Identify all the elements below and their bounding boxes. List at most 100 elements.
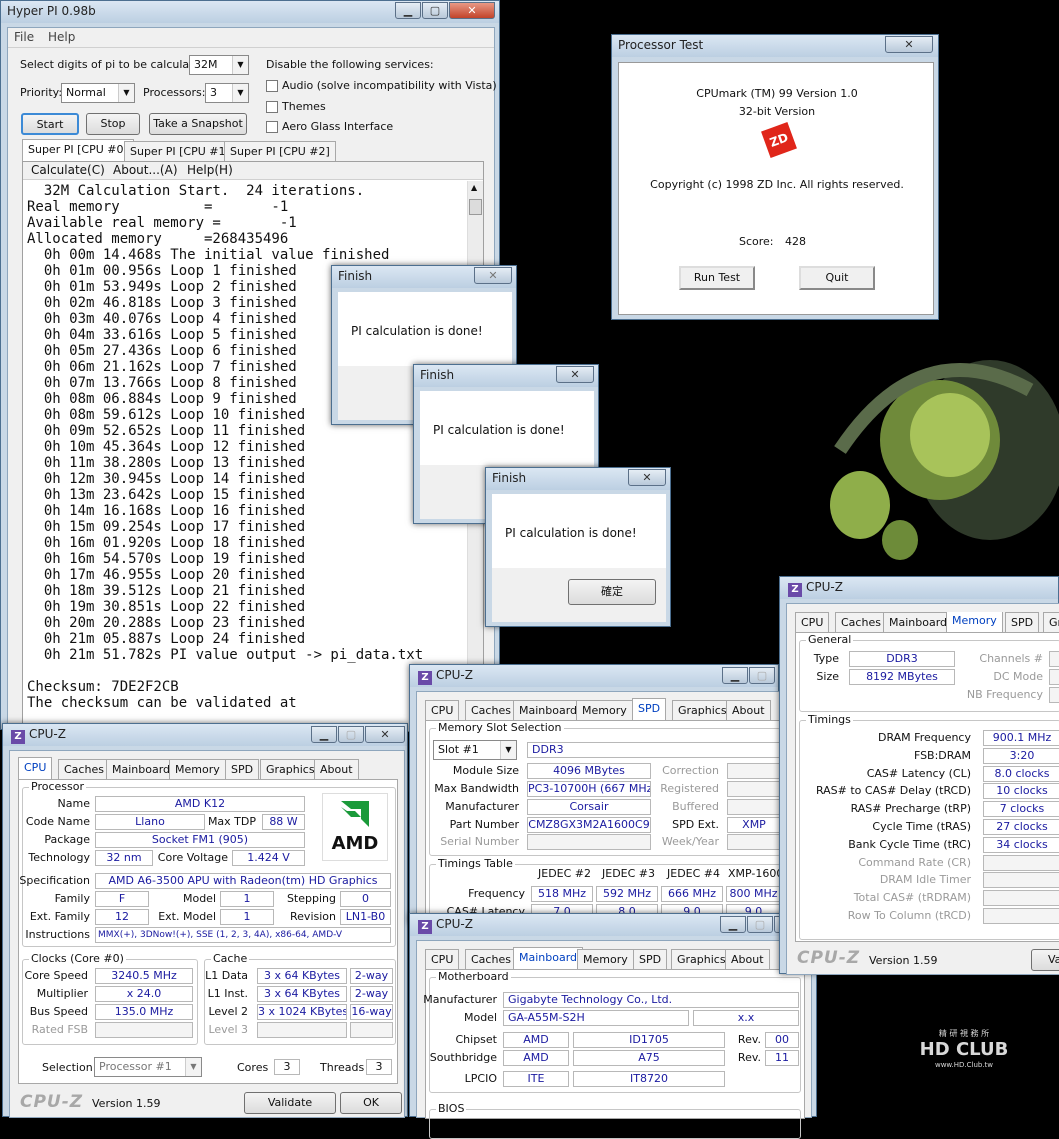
- cpuz-titlebar[interactable]: CPU-Z: [780, 577, 1058, 599]
- snapshot-button[interactable]: Take a Snapshot: [149, 113, 247, 135]
- core-speed-label: Core Speed: [24, 969, 88, 982]
- tab-caches[interactable]: Caches: [835, 612, 887, 632]
- tab-mainboard[interactable]: Mainboard: [513, 947, 584, 969]
- maximize-button[interactable]: ▢: [422, 2, 448, 19]
- tab-mainboard[interactable]: Mainboard: [883, 612, 954, 632]
- start-button[interactable]: Start: [21, 113, 79, 135]
- tab-cpu[interactable]: CPU: [18, 757, 53, 779]
- tab-cpu2[interactable]: Super PI [CPU #2]: [224, 141, 336, 161]
- processors-label: Processors:: [143, 86, 206, 99]
- chipset-id: ID1705: [573, 1032, 725, 1048]
- tab-spd[interactable]: SPD: [632, 698, 667, 720]
- tab-cpu0[interactable]: Super PI [CPU #0]: [22, 139, 134, 161]
- minimize-button[interactable]: ▁: [720, 916, 746, 933]
- themes-checkbox[interactable]: [266, 101, 278, 113]
- tab-cpu[interactable]: CPU: [795, 612, 830, 632]
- menu-help[interactable]: Help: [48, 30, 75, 44]
- close-button[interactable]: ✕: [449, 2, 495, 19]
- menu-file[interactable]: File: [14, 30, 34, 44]
- tab-cpu[interactable]: CPU: [425, 949, 460, 969]
- cpuz-tabs: CPU Caches Mainboard Memory SPD Grap: [795, 612, 1059, 632]
- maximize-button[interactable]: ▢: [749, 667, 775, 684]
- priority-select[interactable]: Normal ▼: [61, 83, 135, 103]
- ok-button[interactable]: 確定: [568, 579, 656, 605]
- slot-select[interactable]: Slot #1 ▼: [433, 740, 517, 760]
- bus-speed-value: 135.0 MHz: [95, 1004, 193, 1020]
- stop-button[interactable]: Stop: [86, 113, 140, 135]
- log-line: 0h 00m 14.468s The initial value finishe…: [27, 247, 390, 263]
- southbridge-label: Southbridge: [429, 1051, 497, 1064]
- tab-memory[interactable]: Memory: [946, 612, 1003, 632]
- zd-logo: ZD: [761, 122, 797, 158]
- score-label: Score:: [739, 235, 774, 248]
- aero-checkbox[interactable]: [266, 121, 278, 133]
- frequency-jedec2: 518 MHz: [531, 886, 593, 902]
- tab-spd[interactable]: SPD: [633, 949, 668, 969]
- tab-caches[interactable]: Caches: [58, 759, 110, 779]
- close-button[interactable]: ✕: [885, 36, 933, 53]
- ext-family-label: Ext. Family: [29, 910, 90, 923]
- tab-graphics[interactable]: Graphics: [260, 759, 321, 779]
- finish-title: Finish: [420, 368, 455, 382]
- quit-button[interactable]: Quit: [799, 266, 875, 290]
- tab-about[interactable]: About: [726, 700, 771, 720]
- hdclub-logo-main: HD CLUB: [919, 1039, 1009, 1060]
- digits-select[interactable]: 32M ▼: [189, 55, 249, 75]
- tab-mainboard[interactable]: Mainboard: [513, 700, 584, 720]
- menu-about[interactable]: About...(A): [113, 163, 178, 177]
- menu-calculate[interactable]: Calculate(C): [31, 163, 105, 177]
- cpuz-brand: CPU-Z: [797, 948, 861, 968]
- tab-cpu1[interactable]: Super PI [CPU #1]: [124, 141, 236, 161]
- level3-value: [257, 1022, 347, 1038]
- run-test-button[interactable]: Run Test: [679, 266, 755, 290]
- close-button[interactable]: ✕: [365, 726, 405, 743]
- processor-select[interactable]: Processor #1 ▼: [94, 1057, 202, 1077]
- minimize-button[interactable]: ▁: [311, 726, 337, 743]
- max-bandwidth-label: Max Bandwidth: [434, 782, 519, 795]
- ok-button[interactable]: OK: [340, 1092, 402, 1114]
- maximize-button[interactable]: ▢: [747, 916, 773, 933]
- validate-button[interactable]: Validate: [244, 1092, 336, 1114]
- spd-ext-value: XMP: [727, 817, 781, 833]
- tab-graphics[interactable]: Grap: [1043, 612, 1059, 632]
- tab-caches[interactable]: Caches: [465, 949, 517, 969]
- tab-graphics[interactable]: Graphics: [671, 949, 732, 969]
- stepping-value: 0: [340, 891, 391, 907]
- tab-about[interactable]: About: [314, 759, 359, 779]
- digits-label: Select digits of pi to be calculated:: [20, 58, 211, 71]
- tab-spd[interactable]: SPD: [1005, 612, 1040, 632]
- validate-button[interactable]: Val: [1031, 949, 1059, 971]
- manufacturer-value: Corsair: [527, 799, 651, 815]
- superpi-menubar: Calculate(C) About...(A) Help(H): [23, 162, 483, 180]
- close-button[interactable]: ✕: [474, 267, 512, 284]
- maximize-button[interactable]: ▢: [338, 726, 364, 743]
- mb-model-rev: x.x: [693, 1010, 799, 1026]
- tab-mainboard[interactable]: Mainboard: [106, 759, 177, 779]
- tab-memory[interactable]: Memory: [577, 949, 634, 969]
- timing-value: 34 clocks: [983, 837, 1059, 853]
- minimize-button[interactable]: ▁: [722, 667, 748, 684]
- chipset-label: Chipset: [455, 1033, 497, 1046]
- processor-group-title: Processor: [29, 780, 86, 793]
- log-line: Real memory = -1: [27, 199, 289, 215]
- tab-cpu[interactable]: CPU: [425, 700, 460, 720]
- tab-memory[interactable]: Memory: [576, 700, 633, 720]
- close-button[interactable]: ✕: [556, 366, 594, 383]
- timing-value: 7 clocks: [983, 801, 1059, 817]
- bios-group-title: BIOS: [436, 1102, 467, 1115]
- tab-caches[interactable]: Caches: [465, 700, 517, 720]
- scroll-thumb[interactable]: [469, 199, 482, 215]
- minimize-button[interactable]: ▁: [395, 2, 421, 19]
- mem-size-label: Size: [816, 670, 839, 683]
- tab-spd[interactable]: SPD: [225, 759, 260, 779]
- menu-help2[interactable]: Help(H): [187, 163, 233, 177]
- tab-about[interactable]: About: [725, 949, 770, 969]
- week-year-label: Week/Year: [661, 835, 719, 848]
- processors-select[interactable]: 3 ▼: [205, 83, 249, 103]
- scroll-up-icon[interactable]: ▲: [471, 183, 477, 192]
- audio-checkbox[interactable]: [266, 80, 278, 92]
- tab-graphics[interactable]: Graphics: [672, 700, 733, 720]
- log-line: 0h 10m 45.364s Loop 12 finished: [27, 439, 306, 455]
- tab-memory[interactable]: Memory: [169, 759, 226, 779]
- close-button[interactable]: ✕: [628, 469, 666, 486]
